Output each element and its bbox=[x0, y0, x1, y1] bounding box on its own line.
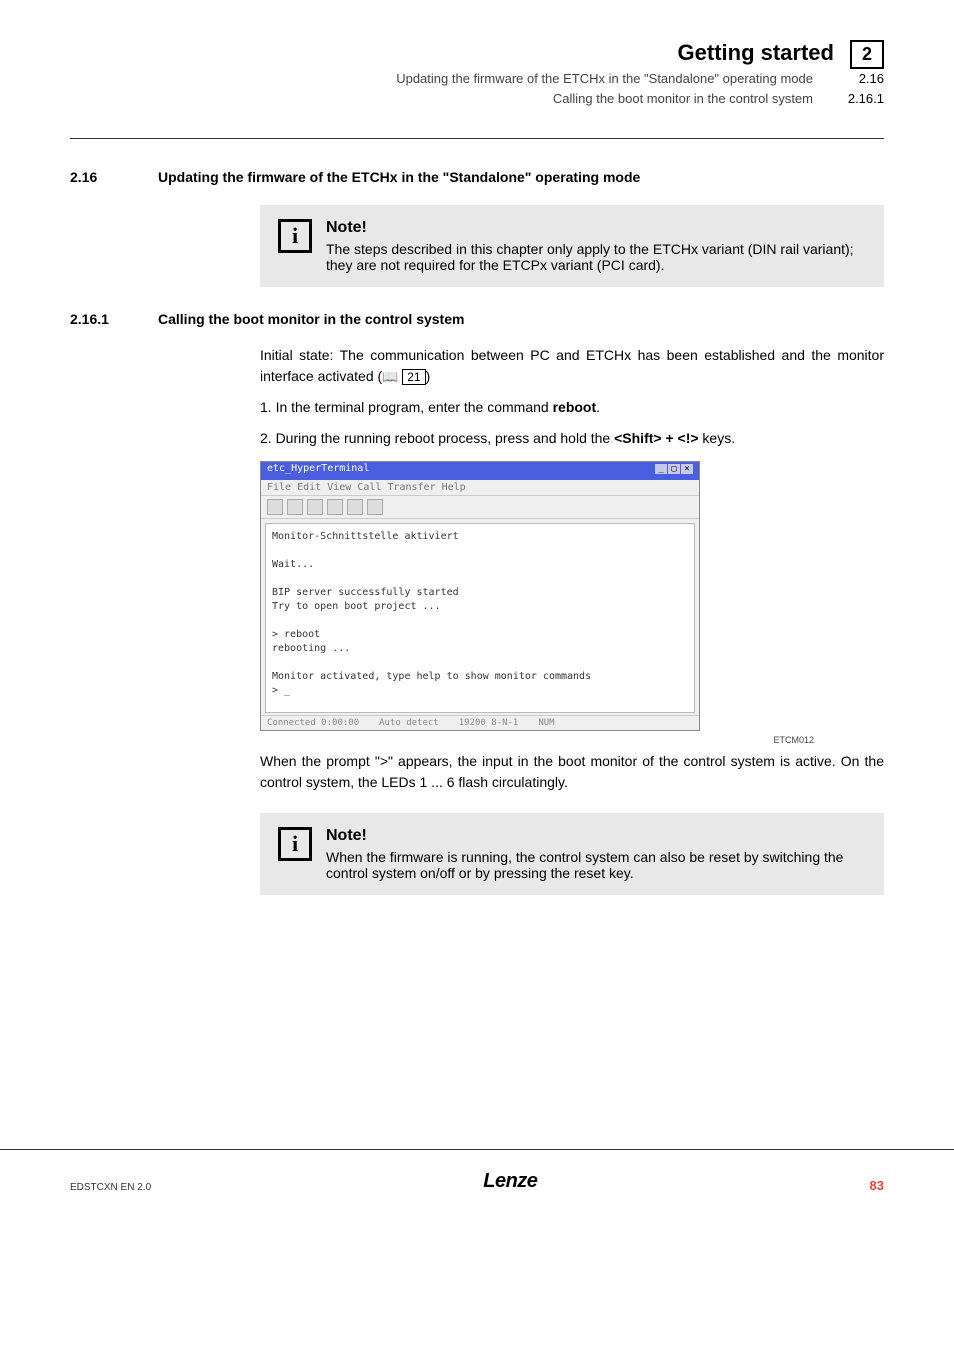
toolbar-btn[interactable] bbox=[347, 499, 363, 515]
toolbar bbox=[261, 496, 699, 519]
figure-caption: ETCM012 bbox=[70, 735, 814, 745]
page-header: Getting started 2 Updating the firmware … bbox=[70, 40, 884, 108]
li1-b: reboot bbox=[553, 399, 597, 415]
note-heading: Note! bbox=[326, 219, 866, 237]
header-sub1: Updating the firmware of the ETCHx in th… bbox=[396, 69, 813, 89]
header-sub2: Calling the boot monitor in the control … bbox=[553, 89, 813, 109]
status-num: NUM bbox=[538, 718, 554, 728]
li1-a: 1. In the terminal program, enter the co… bbox=[260, 399, 553, 415]
li1-c: . bbox=[596, 399, 600, 415]
step-1: 1. In the terminal program, enter the co… bbox=[260, 397, 884, 418]
header-divider bbox=[70, 138, 884, 139]
section-num: 2.16.1 bbox=[70, 311, 130, 327]
terminal-output[interactable]: Monitor-Schnittstelle aktiviert Wait... … bbox=[265, 523, 695, 713]
chapter-box: 2 bbox=[850, 40, 884, 69]
step-2: 2. During the running reboot process, pr… bbox=[260, 428, 884, 449]
page-ref-link[interactable]: 21 bbox=[402, 369, 425, 385]
p1-text-a: Initial state: The communication between… bbox=[260, 347, 884, 384]
status-connected: Connected 0:00:00 bbox=[267, 718, 359, 728]
statusbar: Connected 0:00:00 Auto detect 19200 8-N-… bbox=[261, 715, 699, 730]
toolbar-btn[interactable] bbox=[287, 499, 303, 515]
status-baud: 19200 8-N-1 bbox=[459, 718, 519, 728]
note-body: When the firmware is running, the contro… bbox=[326, 849, 866, 881]
window-controls: _▢× bbox=[654, 463, 693, 479]
header-secnum2: 2.16.1 bbox=[829, 91, 884, 106]
header-secnum1: 2.16 bbox=[829, 71, 884, 86]
li2-c: keys. bbox=[699, 430, 736, 446]
toolbar-btn[interactable] bbox=[307, 499, 323, 515]
window-titlebar: etc_HyperTerminal _▢× bbox=[261, 462, 699, 480]
footer-docid: EDSTCXN EN 2.0 bbox=[70, 1182, 151, 1193]
li2-a: 2. During the running reboot process, pr… bbox=[260, 430, 614, 446]
p1-text-c: ) bbox=[426, 368, 431, 384]
header-title: Getting started bbox=[678, 40, 834, 66]
p2-text: When the prompt ">" appears, the input i… bbox=[260, 751, 884, 793]
toolbar-btn[interactable] bbox=[367, 499, 383, 515]
section-num: 2.16 bbox=[70, 169, 130, 185]
note-heading: Note! bbox=[326, 827, 866, 845]
paragraph-prompt: When the prompt ">" appears, the input i… bbox=[260, 751, 884, 793]
note-content: Note! The steps described in this chapte… bbox=[326, 219, 866, 273]
maximize-icon[interactable]: ▢ bbox=[668, 464, 680, 474]
paragraph-initial-state: Initial state: The communication between… bbox=[260, 345, 884, 387]
note-box-1: i Note! The steps described in this chap… bbox=[260, 205, 884, 287]
menubar[interactable]: File Edit View Call Transfer Help bbox=[261, 480, 699, 496]
note-content: Note! When the firmware is running, the … bbox=[326, 827, 866, 881]
section-heading-216: 2.16 Updating the firmware of the ETCHx … bbox=[70, 169, 884, 185]
note-body: The steps described in this chapter only… bbox=[326, 241, 866, 273]
book-icon: 📖 bbox=[382, 367, 398, 387]
page-footer: EDSTCXN EN 2.0 Lenze 83 bbox=[0, 1149, 954, 1223]
status-detect: Auto detect bbox=[379, 718, 439, 728]
li2-b: <Shift> + <!> bbox=[614, 430, 698, 446]
minimize-icon[interactable]: _ bbox=[655, 464, 667, 474]
toolbar-btn[interactable] bbox=[267, 499, 283, 515]
note-box-2: i Note! When the firmware is running, th… bbox=[260, 813, 884, 895]
section-heading-2161: 2.16.1 Calling the boot monitor in the c… bbox=[70, 311, 884, 327]
toolbar-btn[interactable] bbox=[327, 499, 343, 515]
footer-logo: Lenze bbox=[483, 1170, 537, 1193]
section-title: Updating the firmware of the ETCHx in th… bbox=[158, 169, 640, 185]
terminal-screenshot: etc_HyperTerminal _▢× File Edit View Cal… bbox=[260, 461, 700, 731]
footer-pagenum: 83 bbox=[870, 1178, 884, 1193]
close-icon[interactable]: × bbox=[681, 464, 693, 474]
info-icon: i bbox=[278, 827, 312, 861]
window-title: etc_HyperTerminal bbox=[267, 463, 369, 479]
section-title: Calling the boot monitor in the control … bbox=[158, 311, 464, 327]
info-icon: i bbox=[278, 219, 312, 253]
